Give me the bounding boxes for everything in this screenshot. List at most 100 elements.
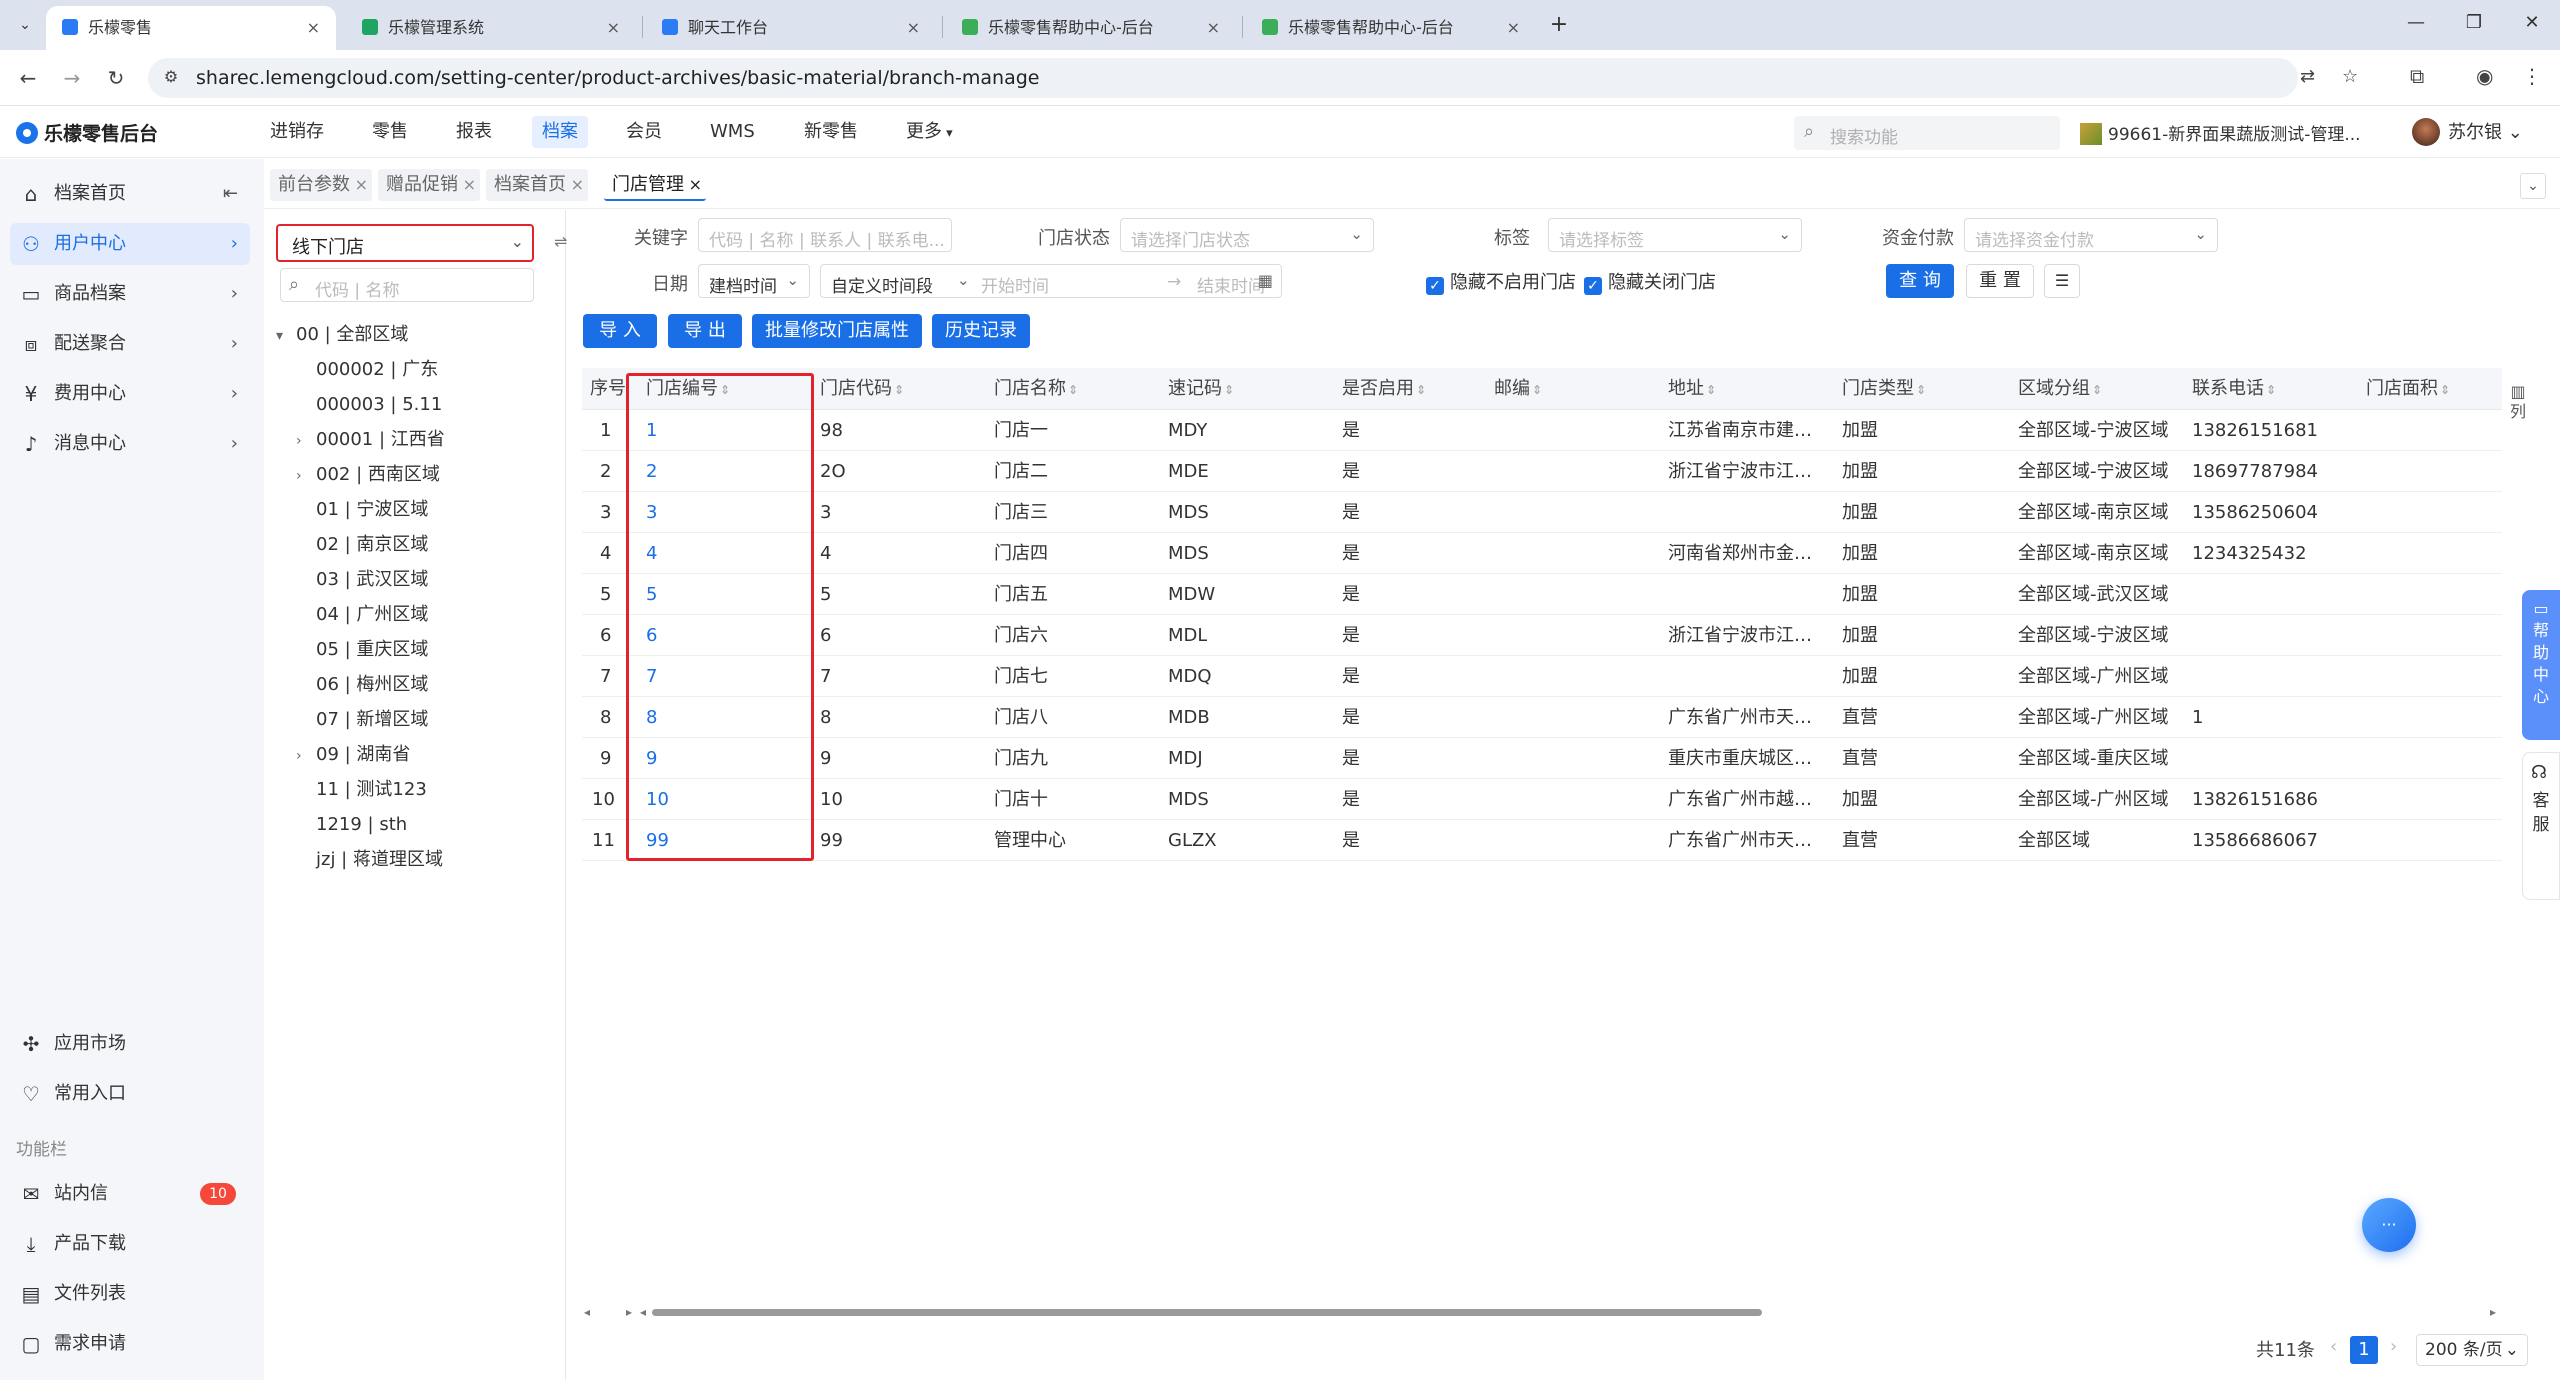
sidebar-item[interactable]: ⧈ 配送聚合 › xyxy=(10,323,250,365)
table-row[interactable]: 5 5 5 门店五 MDW 是 加盟 全部区域-武汉区域 xyxy=(582,574,2502,615)
page-current[interactable]: 1 xyxy=(2350,1336,2378,1364)
new-tab-button[interactable]: + xyxy=(1544,10,1574,40)
tabs-more-icon[interactable]: ⌄ xyxy=(2520,173,2546,199)
tree-node[interactable]: 05 | 重庆区域 xyxy=(296,635,428,665)
translate-icon[interactable]: ⇄ xyxy=(2300,66,2315,87)
expand-arrow-icon[interactable]: ▾ xyxy=(276,321,296,351)
site-info-icon[interactable]: ⚙ xyxy=(160,67,182,89)
date-range-picker[interactable]: 自定义时间段 ⌄ 开始时间 → 结束时间 ▦ xyxy=(820,264,1282,298)
customer-service-button[interactable]: ☊ 客服 xyxy=(2522,752,2560,900)
tree-node[interactable]: › 09 | 湖南省 xyxy=(296,740,410,770)
table-row[interactable]: 4 4 4 门店四 MDS 是 河南省郑州市金… 加盟 全部区域-南京区域 1234325432 xyxy=(582,533,2502,574)
browser-tab[interactable]: 乐檬零售帮助中心-后台 × xyxy=(946,6,1236,50)
column-header[interactable]: 地址 ⇕ xyxy=(1668,368,1716,410)
function-search-input[interactable]: ⌕ 搜索功能 xyxy=(1794,116,2060,150)
table-row[interactable]: 9 9 9 门店九 MDJ 是 重庆市重庆城区… 直营 全部区域-重庆区域 xyxy=(582,738,2502,779)
page-number[interactable]: 1 xyxy=(2350,1336,2378,1364)
help-center-button[interactable]: ▭ 帮助中心 xyxy=(2522,590,2560,740)
prev-page-icon[interactable]: ‹ xyxy=(2330,1336,2337,1357)
browser-menu-icon[interactable]: ⋮ xyxy=(2522,64,2542,88)
sidebar-item[interactable]: ♪ 消息中心 › xyxy=(10,423,250,465)
nav-item[interactable]: 零售 xyxy=(362,116,418,148)
date-range-type[interactable]: 自定义时间段 xyxy=(831,272,933,297)
tree-node[interactable]: 000003 | 5.11 xyxy=(296,390,442,420)
sort-icon[interactable]: ⇕ xyxy=(2092,383,2102,397)
next-page-icon[interactable]: › xyxy=(2390,1336,2397,1357)
sort-icon[interactable]: ⇕ xyxy=(2440,383,2450,397)
column-header[interactable]: 门店代码 ⇕ xyxy=(820,368,904,410)
browser-tab[interactable]: 乐檬零售帮助中心-后台 × xyxy=(1246,6,1536,50)
floating-assistant-button[interactable]: ··· xyxy=(2362,1198,2416,1252)
tree-search-input[interactable]: ⌕ 代码 | 名称 xyxy=(280,268,534,302)
sort-icon[interactable]: ⇕ xyxy=(1068,383,1078,397)
table-row[interactable]: 11 99 99 管理中心 GLZX 是 广东省广州市天… 直营 全部区域 13586686067 xyxy=(582,820,2502,861)
table-cell[interactable]: 5 xyxy=(646,574,657,615)
history-button[interactable]: 历史记录 xyxy=(932,314,1030,348)
tree-node[interactable]: 01 | 宁波区域 xyxy=(296,495,428,525)
date-type-select[interactable]: 建档时间 ⌄ xyxy=(698,264,810,298)
browser-tab[interactable]: 乐檬零售 × xyxy=(46,6,336,50)
table-cell[interactable]: 7 xyxy=(646,656,657,697)
reload-icon[interactable]: ↻ xyxy=(102,64,130,92)
sort-icon[interactable]: ⇕ xyxy=(720,383,730,397)
sidebar-item[interactable]: ⌂ 档案首页 ⇤ xyxy=(10,173,250,215)
query-button[interactable]: 查 询 xyxy=(1886,264,1954,298)
page-tab[interactable]: 档案首页 × xyxy=(486,169,588,201)
table-cell[interactable]: 9 xyxy=(646,738,657,779)
sidebar-item[interactable]: ▭ 商品档案 › xyxy=(10,273,250,315)
store-type-select[interactable]: 线下门店 ⌄ xyxy=(276,224,534,262)
column-header[interactable]: 门店类型 ⇕ xyxy=(1842,368,1926,410)
tree-node[interactable]: 04 | 广州区域 xyxy=(296,600,428,630)
column-header[interactable]: 区域分组 ⇕ xyxy=(2018,368,2102,410)
nav-item[interactable]: 更多 ▾ xyxy=(896,116,963,148)
browser-tab[interactable]: 聊天工作台 × xyxy=(646,6,936,50)
sort-icon[interactable]: ⇕ xyxy=(1416,383,1426,397)
func-item[interactable]: ▤ 文件列表 xyxy=(10,1273,250,1315)
tree-node[interactable]: › 002 | 西南区域 xyxy=(296,460,440,490)
nav-item[interactable]: 进销存 xyxy=(260,116,334,148)
keyword-input[interactable]: 代码 | 名称 | 联系人 | 联系电... xyxy=(698,218,952,252)
tree-node[interactable]: jzj | 蒋道理区域 xyxy=(296,845,443,875)
table-row[interactable]: 6 6 6 门店六 MDL 是 浙江省宁波市江… 加盟 全部区域-宁波区域 xyxy=(582,615,2502,656)
nav-item[interactable]: 档案 xyxy=(532,116,588,148)
table-cell[interactable]: 2 xyxy=(646,451,657,492)
table-cell[interactable]: 10 xyxy=(646,779,669,820)
table-cell[interactable]: 4 xyxy=(646,533,657,574)
tree-node[interactable]: 11 | 测试123 xyxy=(296,775,427,805)
sidebar-bottom-item[interactable]: ✣ 应用市场 xyxy=(10,1023,250,1065)
scroll-right-icon[interactable]: ▸ xyxy=(2490,1305,2496,1319)
sort-icon[interactable]: ⇕ xyxy=(894,383,904,397)
column-header[interactable]: 门店面积 ⇕ xyxy=(2366,368,2450,410)
tab-close-icon[interactable]: × xyxy=(607,6,620,50)
func-item[interactable]: ✉ 站内信 10 xyxy=(10,1173,250,1215)
store-status-select[interactable]: 请选择门店状态 ⌄ xyxy=(1120,218,1374,252)
table-cell[interactable]: 99 xyxy=(646,820,669,861)
import-button[interactable]: 导 入 xyxy=(583,314,657,348)
tab-close-icon[interactable]: × xyxy=(463,169,476,201)
tree-node[interactable]: 03 | 武汉区域 xyxy=(296,565,428,595)
tree-toggle-icon[interactable]: ⇌ xyxy=(554,232,567,251)
nav-item[interactable]: 会员 xyxy=(616,116,672,148)
nav-item[interactable]: 新零售 xyxy=(794,116,868,148)
fund-payment-select[interactable]: 请选择资金付款 ⌄ xyxy=(1964,218,2218,252)
reset-button[interactable]: 重 置 xyxy=(1966,264,2034,298)
scroll-left-icon[interactable]: ◂ xyxy=(584,1305,590,1319)
extensions-icon[interactable]: ⧉ xyxy=(2410,64,2424,88)
tree-node[interactable]: 02 | 南京区域 xyxy=(296,530,428,560)
tag-select[interactable]: 请选择标签 ⌄ xyxy=(1548,218,1802,252)
func-item[interactable]: ⤓ 产品下载 xyxy=(10,1223,250,1265)
batch-modify-button[interactable]: 批量修改门店属性 xyxy=(752,314,922,348)
start-date-input[interactable]: 开始时间 xyxy=(981,272,1049,297)
column-header[interactable]: 邮编 ⇕ xyxy=(1494,368,1542,410)
sort-icon[interactable]: ⇕ xyxy=(1532,383,1542,397)
table-cell[interactable]: 3 xyxy=(646,492,657,533)
table-row[interactable]: 1 1 98 门店一 MDY 是 江苏省南京市建… 加盟 全部区域-宁波区域 1382615168… xyxy=(582,410,2502,451)
hide-closed-checkbox[interactable]: ✓ 隐藏关闭门店 xyxy=(1584,268,1716,295)
expand-arrow-icon[interactable]: › xyxy=(296,426,316,456)
table-row[interactable]: 7 7 7 门店七 MDQ 是 加盟 全部区域-广州区域 xyxy=(582,656,2502,697)
table-cell[interactable]: 1 xyxy=(646,410,657,451)
column-header[interactable]: 门店名称 ⇕ xyxy=(994,368,1078,410)
address-bar[interactable]: ⚙ sharec.lemengcloud.com/setting-center/… xyxy=(148,58,2358,98)
restore-icon[interactable]: ❐ xyxy=(2454,12,2494,33)
table-cell[interactable]: 6 xyxy=(646,615,657,656)
